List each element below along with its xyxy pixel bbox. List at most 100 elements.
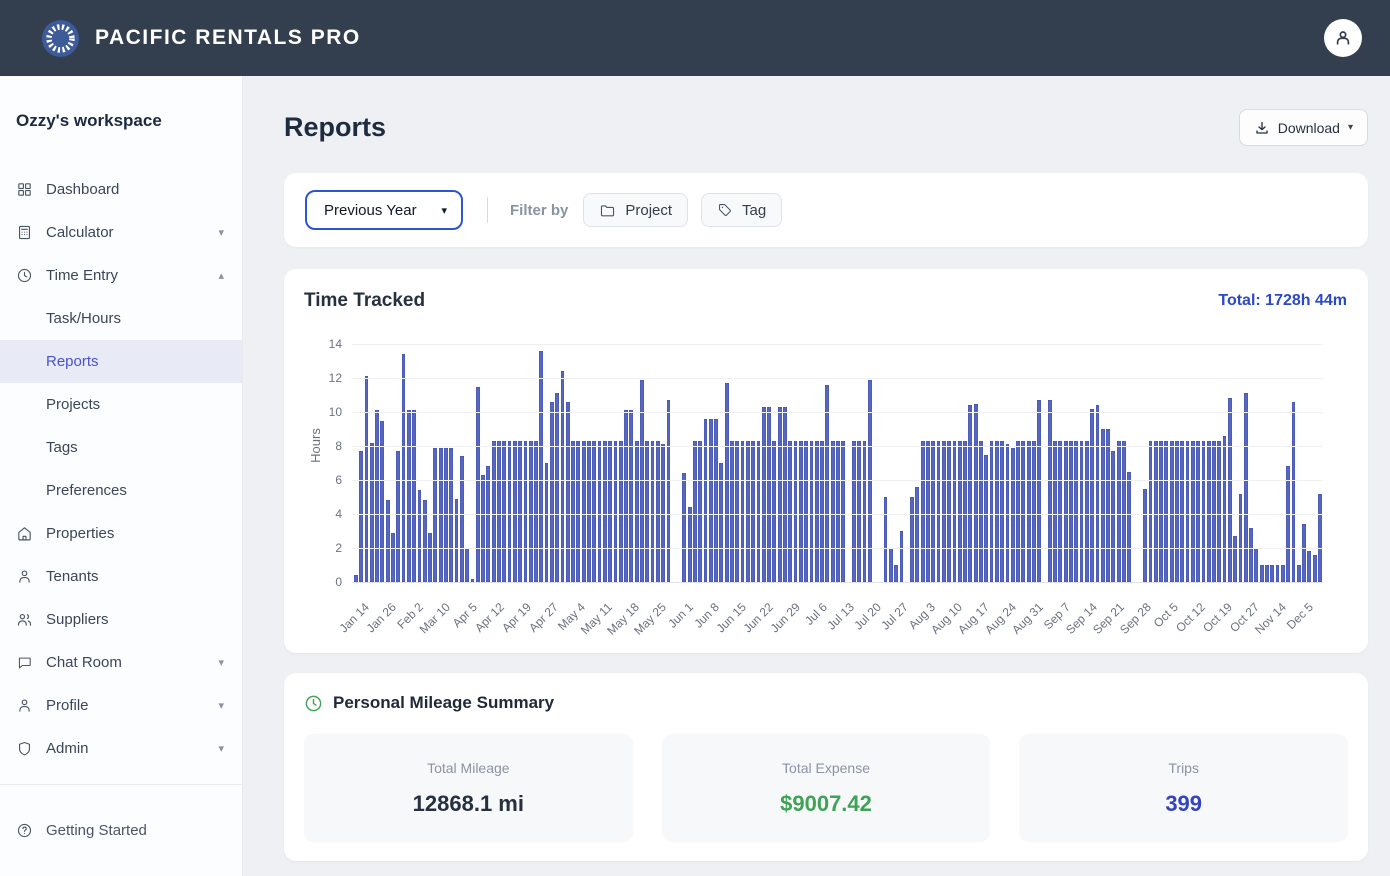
bar — [889, 548, 893, 582]
project-filter-button[interactable]: Project — [583, 193, 688, 227]
bar — [1260, 565, 1264, 582]
sidebar-item-dashboard[interactable]: Dashboard — [0, 168, 242, 211]
sidebar-item-projects[interactable]: Projects — [0, 383, 242, 426]
bar — [561, 371, 565, 582]
bar — [767, 407, 771, 582]
bar — [958, 441, 962, 582]
chevron-down-icon: ▾ — [218, 742, 224, 755]
bar — [688, 507, 692, 582]
workspace-title: Ozzy's workspace — [0, 76, 242, 131]
bar — [730, 441, 734, 582]
bar — [1037, 400, 1041, 582]
stat-label: Total Expense — [782, 760, 870, 776]
bar — [524, 441, 528, 582]
y-tick-label: 4 — [335, 507, 342, 521]
bar — [529, 441, 533, 582]
sidebar-item-suppliers[interactable]: Suppliers — [0, 598, 242, 641]
y-tick-label: 0 — [335, 575, 342, 589]
sidebar-item-getting-started[interactable]: Getting Started — [0, 809, 242, 852]
bar — [735, 441, 739, 582]
bar — [1217, 441, 1221, 582]
bar — [1265, 565, 1269, 582]
bar — [481, 475, 485, 582]
bar — [1106, 429, 1110, 582]
bar — [1064, 441, 1068, 582]
sidebar-item-reports[interactable]: Reports — [0, 340, 242, 383]
bar — [931, 441, 935, 582]
sidebar-item-properties[interactable]: Properties — [0, 512, 242, 555]
sidebar-item-tags[interactable]: Tags — [0, 426, 242, 469]
download-button[interactable]: Download ▾ — [1239, 109, 1368, 146]
bar — [799, 441, 803, 582]
bar — [698, 441, 702, 582]
sidebar-item-profile[interactable]: Profile ▾ — [0, 684, 242, 727]
sidebar-item-admin[interactable]: Admin ▾ — [0, 727, 242, 770]
calculator-icon — [16, 224, 33, 241]
bar — [815, 441, 819, 582]
bar — [1233, 536, 1237, 582]
sidebar-item-calculator[interactable]: Calculator ▾ — [0, 211, 242, 254]
bar — [476, 387, 480, 583]
bar — [651, 441, 655, 582]
bar — [635, 441, 639, 582]
bar — [1292, 402, 1296, 582]
bar — [1202, 441, 1206, 582]
stat-label: Total Mileage — [427, 760, 510, 776]
bar — [1281, 565, 1285, 582]
bar — [592, 441, 596, 582]
bar — [751, 441, 755, 582]
x-tick-label: Jan 14 — [336, 600, 371, 635]
bar — [1207, 441, 1211, 582]
bar — [1096, 405, 1100, 582]
x-tick-label: Jul 27 — [879, 600, 912, 633]
bar — [1074, 441, 1078, 582]
bar — [704, 419, 708, 582]
gridline — [352, 480, 1323, 481]
bar — [963, 441, 967, 582]
sidebar-item-preferences[interactable]: Preferences — [0, 469, 242, 512]
filter-bar: Previous Year ▾ Filter by Project Tag — [284, 173, 1368, 247]
bar — [1027, 441, 1031, 582]
chevron-down-icon: ▾ — [218, 656, 224, 669]
bar — [820, 441, 824, 582]
bar — [359, 451, 363, 582]
bar — [714, 419, 718, 582]
period-select[interactable]: Previous Year ▾ — [305, 190, 463, 230]
bar — [1186, 441, 1190, 582]
bar — [407, 410, 411, 582]
home-icon — [16, 525, 33, 542]
time-tracked-card: Time Tracked Total: 1728h 44m Hours 0246… — [284, 269, 1368, 653]
bar — [947, 441, 951, 582]
y-tick-label: 6 — [335, 473, 342, 487]
bar — [863, 441, 867, 582]
sidebar-item-tenants[interactable]: Tenants — [0, 555, 242, 598]
bar — [518, 441, 522, 582]
bar — [788, 441, 792, 582]
bar — [1016, 441, 1020, 582]
total-expense-stat: Total Expense $9007.42 — [662, 734, 991, 842]
gridline — [352, 548, 1323, 549]
bar — [1244, 393, 1248, 582]
x-tick-label: Apr 19 — [499, 600, 534, 635]
bar — [979, 441, 983, 582]
bar — [1080, 441, 1084, 582]
folder-icon — [599, 202, 616, 219]
total-mileage-stat: Total Mileage 12868.1 mi — [304, 734, 633, 842]
bar — [772, 441, 776, 582]
sidebar-item-chat-room[interactable]: Chat Room ▾ — [0, 641, 242, 684]
filter-by-label: Filter by — [510, 202, 568, 219]
bar — [1318, 494, 1322, 582]
bar — [576, 441, 580, 582]
bar — [921, 441, 925, 582]
sidebar-item-time-entry[interactable]: Time Entry ▴ — [0, 254, 242, 297]
bar — [418, 490, 422, 582]
user-avatar-button[interactable] — [1324, 19, 1362, 57]
tag-filter-button[interactable]: Tag — [701, 193, 782, 227]
x-tick-label: Dec 5 — [1284, 600, 1316, 632]
bar — [513, 441, 517, 582]
bar — [1021, 441, 1025, 582]
sidebar-item-task-hours[interactable]: Task/Hours — [0, 297, 242, 340]
clock-icon — [304, 694, 323, 713]
bar — [1101, 429, 1105, 582]
bar — [1159, 441, 1163, 582]
